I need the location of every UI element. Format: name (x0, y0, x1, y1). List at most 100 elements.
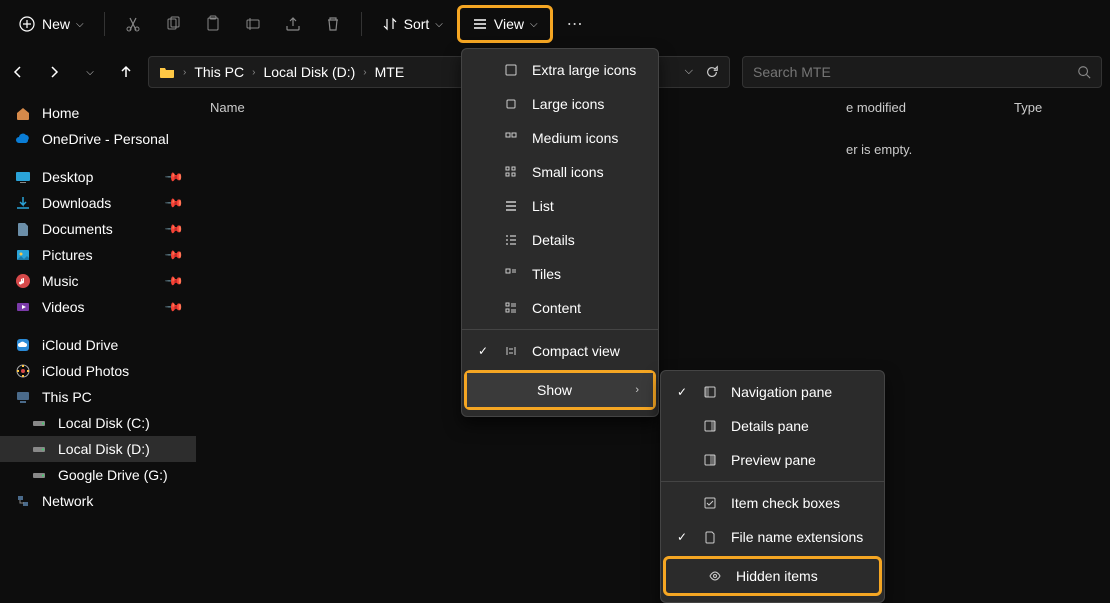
copy-icon[interactable] (155, 6, 191, 42)
sidebar-item-google-drive[interactable]: Google Drive (G:) (0, 462, 196, 488)
pc-icon (14, 388, 32, 406)
nav-arrows: ⌵ (8, 62, 136, 82)
sidebar: Home OneDrive - Personal Desktop 📌 Downlo… (0, 96, 196, 599)
search-icon[interactable] (1077, 65, 1091, 79)
sidebar-item-label: Desktop (42, 169, 93, 185)
menu-item-label: Hidden items (736, 568, 818, 584)
view-icon (472, 16, 488, 32)
check-icon: ✓ (675, 530, 689, 544)
medium-icons-icon (502, 129, 520, 147)
sort-label: Sort (404, 16, 430, 32)
breadcrumb-segment[interactable]: This PC (194, 64, 244, 80)
delete-icon[interactable] (315, 6, 351, 42)
sidebar-item-label: Music (42, 273, 79, 289)
menu-item-tiles[interactable]: Tiles (462, 257, 658, 291)
sidebar-item-label: This PC (42, 389, 92, 405)
home-icon (14, 104, 32, 122)
disk-icon (30, 414, 48, 432)
forward-button[interactable] (44, 62, 64, 82)
empty-folder-message: er is empty. (846, 142, 912, 157)
menu-item-label: List (532, 198, 554, 214)
menu-item-details-pane[interactable]: Details pane (661, 409, 884, 443)
sidebar-item-label: Home (42, 105, 79, 121)
menu-item-label: Item check boxes (731, 495, 840, 511)
menu-item-details[interactable]: Details (462, 223, 658, 257)
search-input[interactable] (753, 64, 1077, 80)
toolbar: New ⌵ Sort ⌵ View ⌵ ⋯ (0, 0, 1110, 48)
menu-item-item-check-boxes[interactable]: Item check boxes (661, 486, 884, 520)
disk-icon (30, 440, 48, 458)
sidebar-item-label: Local Disk (C:) (58, 415, 150, 431)
column-type[interactable]: Type (1014, 100, 1042, 115)
pin-icon: 📌 (164, 271, 184, 291)
search-box[interactable] (742, 56, 1102, 88)
sidebar-item-label: iCloud Drive (42, 337, 118, 353)
menu-item-hidden-items[interactable]: Hidden items (666, 559, 879, 593)
hidden-items-highlight: Hidden items (663, 556, 882, 596)
menu-item-file-name-extensions[interactable]: ✓ File name extensions (661, 520, 884, 554)
cut-icon[interactable] (115, 6, 151, 42)
menu-item-show[interactable]: Show› (467, 373, 653, 407)
share-icon[interactable] (275, 6, 311, 42)
paste-icon[interactable] (195, 6, 231, 42)
back-button[interactable] (8, 62, 28, 82)
sidebar-item-desktop[interactable]: Desktop 📌 (0, 164, 196, 190)
icloud-photos-icon (14, 362, 32, 380)
downloads-icon (14, 194, 32, 212)
column-name[interactable]: Name (210, 100, 430, 115)
recent-button[interactable]: ⌵ (80, 62, 100, 82)
menu-item-label: Navigation pane (731, 384, 832, 400)
view-button[interactable]: View ⌵ (462, 10, 548, 38)
sidebar-item-onedrive[interactable]: OneDrive - Personal (0, 126, 196, 152)
breadcrumb-segment[interactable]: MTE (375, 64, 405, 80)
menu-separator (462, 329, 658, 330)
refresh-icon[interactable] (705, 65, 719, 79)
small-icons-icon (502, 163, 520, 181)
menu-item-compact-view[interactable]: ✓Compact view (462, 334, 658, 368)
sidebar-item-pictures[interactable]: Pictures📌 (0, 242, 196, 268)
view-label: View (494, 16, 524, 32)
videos-icon (14, 298, 32, 316)
large-icons-icon (502, 95, 520, 113)
menu-item-extra-large-icons[interactable]: Extra large icons (462, 53, 658, 87)
chevron-down-icon[interactable]: ⌵ (685, 65, 693, 79)
menu-item-preview-pane[interactable]: Preview pane (661, 443, 884, 477)
more-icon[interactable]: ⋯ (557, 6, 593, 42)
breadcrumb-segment[interactable]: Local Disk (D:) (263, 64, 355, 80)
new-button[interactable]: New ⌵ (8, 9, 94, 39)
sort-button[interactable]: Sort ⌵ (372, 10, 453, 38)
menu-item-navigation-pane[interactable]: ✓Navigation pane (661, 375, 884, 409)
menu-item-label: Tiles (532, 266, 561, 282)
menu-item-label: Preview pane (731, 452, 816, 468)
menu-item-medium-icons[interactable]: Medium icons (462, 121, 658, 155)
cloud-icon (14, 130, 32, 148)
menu-item-label: File name extensions (731, 529, 863, 545)
column-date-modified[interactable]: e modified (846, 100, 906, 115)
chevron-right-icon: › (252, 67, 255, 78)
new-label: New (42, 16, 70, 32)
sidebar-item-icloud-drive[interactable]: iCloud Drive (0, 332, 196, 358)
nav-pane-icon (701, 383, 719, 401)
menu-item-label: Extra large icons (532, 62, 636, 78)
sidebar-item-icloud-photos[interactable]: iCloud Photos (0, 358, 196, 384)
rename-icon[interactable] (235, 6, 271, 42)
menu-item-small-icons[interactable]: Small icons (462, 155, 658, 189)
menu-item-label: Large icons (532, 96, 604, 112)
pin-icon: 📌 (164, 245, 184, 265)
menu-item-content[interactable]: Content (462, 291, 658, 325)
sidebar-item-home[interactable]: Home (0, 100, 196, 126)
sidebar-item-music[interactable]: Music 📌 (0, 268, 196, 294)
sidebar-item-local-c[interactable]: Local Disk (C:) (0, 410, 196, 436)
sidebar-item-network[interactable]: Network (0, 488, 196, 514)
pin-icon: 📌 (164, 167, 184, 187)
up-button[interactable] (116, 62, 136, 82)
sidebar-item-downloads[interactable]: Downloads📌 (0, 190, 196, 216)
sidebar-item-videos[interactable]: Videos📌 (0, 294, 196, 320)
preview-pane-icon (701, 451, 719, 469)
sidebar-item-this-pc[interactable]: This PC (0, 384, 196, 410)
menu-item-list[interactable]: List (462, 189, 658, 223)
sidebar-item-local-d[interactable]: Local Disk (D:) (0, 436, 196, 462)
menu-item-large-icons[interactable]: Large icons (462, 87, 658, 121)
sidebar-item-documents[interactable]: Documents📌 (0, 216, 196, 242)
pin-icon: 📌 (164, 193, 184, 213)
